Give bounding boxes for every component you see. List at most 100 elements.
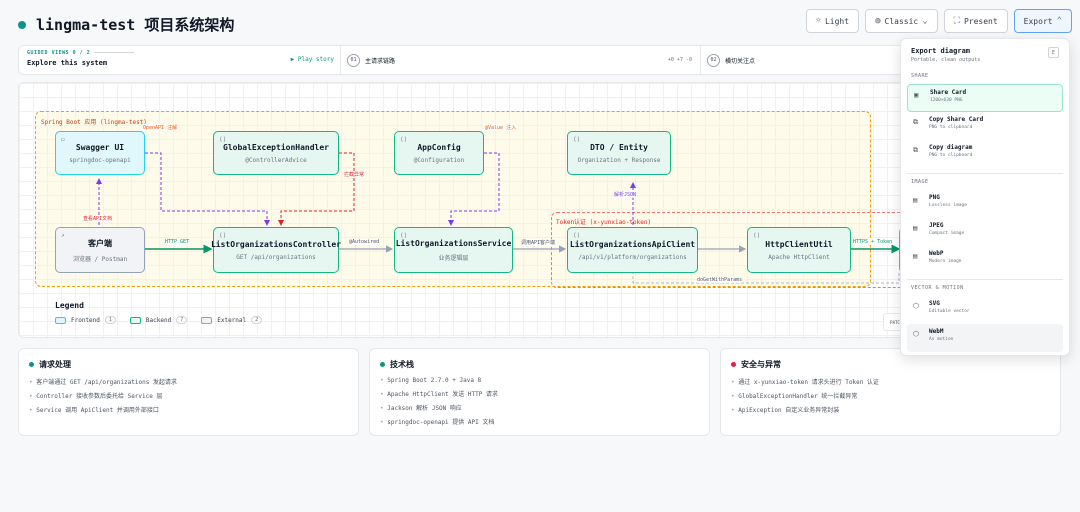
code-icon: ⟨⟩	[753, 232, 761, 239]
list-item: 客户端通过 GET /api/organizations 发起请求	[29, 377, 348, 386]
node-title: HttpClientUtil	[765, 239, 833, 249]
section-image: IMAGE	[911, 179, 929, 185]
section-vector: VECTOR & MOTION	[911, 285, 964, 291]
node-swagger-ui[interactable]: ▭ Swagger UI springdoc-openapi	[55, 131, 145, 175]
list-item: Spring Boot 2.7.0 + Java 8	[380, 377, 699, 384]
node-subtitle: 业务逻辑层	[438, 254, 469, 262]
menu-item-label: Copy diagram	[929, 144, 973, 151]
guided-label: GUIDED VIEWS 0 / 2	[27, 50, 332, 56]
guided-intro: GUIDED VIEWS 0 / 2 Explore this system ▶…	[19, 46, 341, 74]
node-title: ListOrganizationsController	[210, 239, 342, 249]
legend-item-backend[interactable]: Backend 7	[129, 316, 188, 324]
menu-item-copy-share-card[interactable]: ⧉ Copy Share Card PNG to clipboard	[907, 112, 1063, 140]
node-list-organizations-controller[interactable]: ⟨⟩ ListOrganizationsController GET /api/…	[210, 227, 342, 273]
menu-item-svg[interactable]: ⬡ SVG Editable vector	[907, 296, 1063, 324]
legend: Legend Frontend 1 Backend 7 External 2	[55, 301, 263, 324]
menu-item-label: Copy Share Card	[929, 116, 984, 123]
menu-item-desc: PNG to clipboard	[929, 125, 973, 130]
export-menu-title: Export diagram	[911, 47, 971, 55]
external-link-icon: ↗	[61, 232, 65, 239]
list-item: Jackson 解析 JSON 响应	[380, 403, 699, 412]
export-button[interactable]: Export ⌃	[1013, 9, 1072, 33]
node-list-organizations-service[interactable]: ⟨⟩ ListOrganizationsService 业务逻辑层	[394, 227, 513, 273]
edge-label-intercept: 拦截异常	[344, 171, 365, 178]
play-story-button[interactable]: ▶ Play story	[291, 56, 334, 63]
node-http-client-util[interactable]: ⟨⟩ HttpClientUtil Apache HttpClient	[747, 227, 851, 273]
guided-step-1[interactable]: 01 主请求链路 +0 +7 -0	[341, 46, 701, 74]
node-subtitle: GET /api/organizations	[236, 253, 316, 261]
card-request-handling: 请求处理 客户端通过 GET /api/organizations 发起请求 C…	[18, 348, 359, 436]
node-list-organizations-api-client[interactable]: ⟨⟩ ListOrganizationsApiClient /api/v1/pl…	[567, 227, 698, 273]
menu-item-label: WebM	[929, 328, 944, 335]
close-shortcut-badge[interactable]: E	[1048, 47, 1059, 58]
edge-label-openapi: OpenAPI 注解	[143, 124, 178, 131]
menu-item-copy-diagram[interactable]: ⧉ Copy diagram PNG to clipboard	[907, 140, 1063, 168]
legend-title: Legend	[55, 301, 84, 310]
card-title: 安全与异常	[741, 360, 781, 369]
guided-subtitle: Explore this system	[27, 59, 108, 67]
info-cards: 请求处理 客户端通过 GET /api/organizations 发起请求 C…	[18, 348, 1061, 436]
menu-item-desc: Compact image	[929, 231, 965, 236]
code-icon: ⟨⟩	[573, 136, 581, 143]
legend-count: 7	[176, 316, 188, 324]
list-item: Apache HttpClient 发送 HTTP 请求	[380, 389, 699, 398]
list-item: GlobalExceptionHandler 统一拦截异常	[731, 391, 1050, 400]
section-share: SHARE	[911, 73, 929, 79]
light-theme-button[interactable]: ☼ Light	[805, 9, 860, 33]
menu-item-png[interactable]: ▤ PNG Lossless image	[907, 190, 1063, 218]
menu-item-desc: As motion	[929, 337, 954, 342]
code-icon: ⟨⟩	[400, 232, 408, 239]
legend-items: Frontend 1 Backend 7 External 2	[55, 316, 263, 324]
list-item: ApiException 自定义业务异常封装	[731, 405, 1050, 414]
menu-item-label: Share Card	[930, 89, 967, 96]
node-title: Swagger UI	[75, 142, 125, 152]
image-icon: ▣	[914, 91, 919, 99]
menu-item-label: SVG	[929, 300, 940, 307]
node-client[interactable]: ↗ 客户端 浏览器 / Postman	[55, 227, 145, 273]
list-item: 通过 x-yunxiao-token 请求头进行 Token 认证	[731, 377, 1050, 386]
menu-item-desc: 1200×630 PNG	[930, 98, 963, 103]
code-icon: ⟨⟩	[219, 232, 227, 239]
edge-label-value: @Value 注入	[485, 124, 517, 131]
node-title: ListOrganizationsApiClient	[569, 239, 696, 249]
card-title: 请求处理	[39, 360, 71, 369]
edge-label-http-get: HTTP GET	[165, 239, 190, 245]
card-dot	[731, 362, 736, 367]
export-menu-subtitle: Portable, clean outputs	[911, 57, 981, 63]
card-dot	[380, 362, 385, 367]
step-number: 01	[347, 53, 360, 67]
code-icon: ⟨⟩	[400, 136, 408, 143]
card-header: 安全与异常	[731, 359, 1050, 370]
legend-item-frontend[interactable]: Frontend 1	[55, 316, 116, 324]
node-dto-entity[interactable]: ⟨⟩ DTO / Entity Organization + Response	[567, 131, 671, 175]
title-dot	[18, 20, 26, 29]
legend-label: Backend	[145, 316, 172, 324]
menu-item-share-card[interactable]: ▣ Share Card 1200×630 PNG	[907, 84, 1063, 112]
palette-icon: ◍	[875, 16, 881, 26]
sun-icon: ☼	[815, 16, 821, 26]
present-label: Present	[963, 16, 998, 26]
node-subtitle: /api/v1/platform/organizations	[578, 253, 687, 261]
menu-item-jpeg[interactable]: ▤ JPEG Compact image	[907, 218, 1063, 246]
step-label: 横切关注点	[725, 57, 756, 65]
node-title: GlobalExceptionHandler	[223, 142, 329, 152]
menu-item-webp[interactable]: ▤ WebP Modern image	[907, 246, 1063, 274]
menu-divider	[907, 173, 1063, 174]
node-subtitle: springdoc-openapi	[69, 156, 131, 164]
present-button[interactable]: ⛶ Present	[943, 9, 1008, 33]
legend-item-external[interactable]: External 2	[201, 316, 263, 324]
file-icon: ▤	[913, 196, 918, 204]
node-global-exception-handler[interactable]: ⟨⟩ GlobalExceptionHandler @ControllerAdv…	[213, 131, 339, 175]
edge-label-autowired: @Autowired	[349, 239, 380, 245]
node-title: ListOrganizationsService	[395, 238, 512, 248]
card-tech-stack: 技术栈 Spring Boot 2.7.0 + Java 8 Apache Ht…	[369, 348, 710, 436]
card-title: 技术栈	[390, 360, 414, 369]
menu-item-webm[interactable]: ⬡ WebM As motion	[907, 324, 1063, 352]
code-icon: ⟨⟩	[573, 232, 581, 239]
classic-style-button[interactable]: ◍ Classic ⌄	[865, 9, 938, 33]
node-app-config[interactable]: ⟨⟩ AppConfig @Configuration	[394, 131, 484, 175]
chevron-down-icon: ⌄	[922, 16, 928, 26]
list-item: springdoc-openapi 提供 API 文档	[380, 417, 699, 426]
export-menu: Export diagram Portable, clean outputs E…	[900, 38, 1070, 356]
card-security: 安全与异常 通过 x-yunxiao-token 请求头进行 Token 认证 …	[720, 348, 1061, 436]
